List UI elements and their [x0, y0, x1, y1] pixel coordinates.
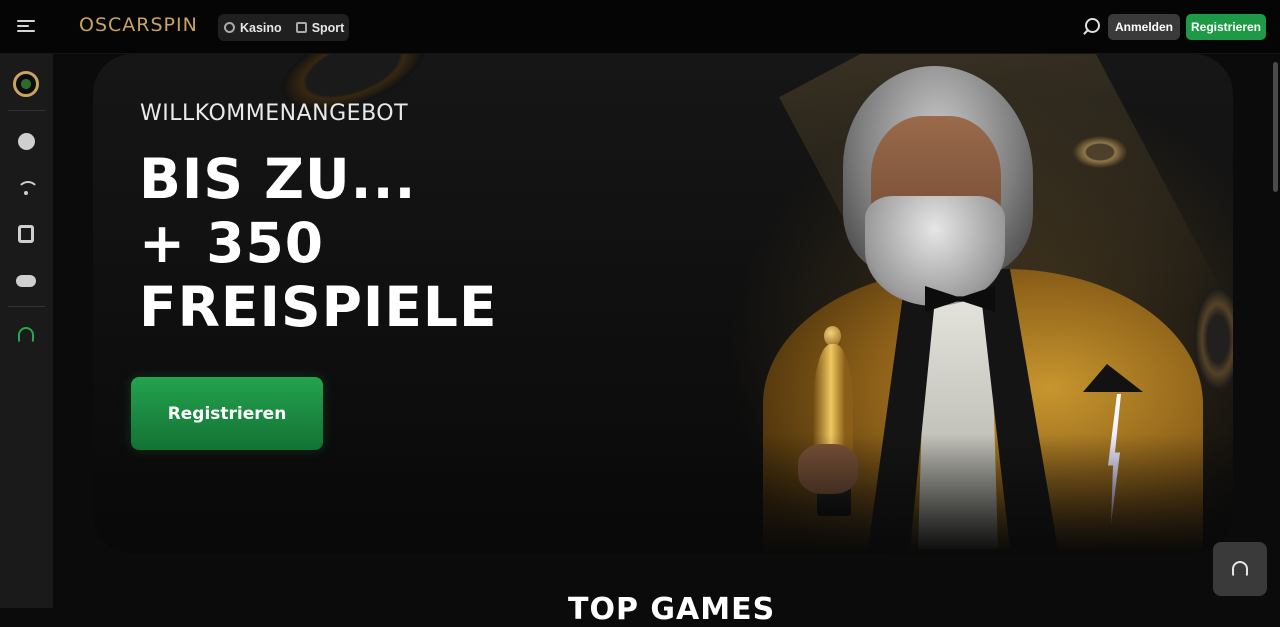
sidebar-logo-icon[interactable] — [13, 71, 39, 97]
nav-item-kasino[interactable]: Kasino — [224, 21, 282, 35]
page-scrollbar[interactable] — [1271, 54, 1280, 608]
hero-title-line: BIS ZU... — [139, 147, 417, 211]
gamepad-icon — [16, 275, 36, 287]
casino-chip-icon — [224, 22, 235, 33]
nav-item-label: Sport — [311, 20, 345, 35]
headset-icon — [1232, 561, 1248, 577]
section-title-top-games: TOP GAMES — [568, 592, 776, 627]
hero-title: BIS ZU... + 350 FREISPIELE — [139, 147, 498, 339]
sidebar-item-live[interactable] — [12, 174, 40, 202]
scrollbar-thumb[interactable] — [1273, 62, 1278, 192]
sidebar-divider — [8, 306, 45, 307]
sidebar-item-casino[interactable] — [12, 127, 40, 155]
hero-eyebrow: WILLKOMMENANGEBOT — [140, 101, 409, 126]
search-icon[interactable] — [1082, 17, 1102, 37]
chip-icon — [17, 132, 35, 150]
hero-register-button[interactable]: Registrieren — [131, 377, 323, 450]
sidebar — [0, 54, 53, 608]
hamburger-menu-icon[interactable] — [17, 18, 35, 34]
top-bar: OSCARSPIN Kasino Sport Anmelden Registri… — [0, 0, 1280, 54]
slot-machine-icon — [18, 225, 34, 243]
sidebar-item-games[interactable] — [12, 267, 40, 295]
sidebar-item-support[interactable] — [12, 321, 40, 349]
sidebar-divider — [8, 110, 45, 111]
sport-ticket-icon — [295, 22, 307, 33]
hero-title-line: + 350 — [139, 211, 325, 275]
nav-item-label: Kasino — [240, 20, 282, 35]
brand-logo[interactable]: OSCARSPIN — [79, 14, 198, 36]
sidebar-item-slots[interactable] — [12, 220, 40, 248]
login-button[interactable]: Anmelden — [1108, 14, 1180, 40]
hero-title-line: FREISPIELE — [139, 275, 498, 339]
main-nav: Kasino Sport — [218, 14, 349, 41]
live-signal-icon — [17, 181, 39, 195]
nav-item-sport[interactable]: Sport — [295, 20, 345, 35]
support-chat-button[interactable] — [1213, 542, 1267, 596]
hero-banner: WILLKOMMENANGEBOT BIS ZU... + 350 FREISP… — [93, 54, 1233, 554]
headset-icon — [18, 327, 34, 343]
register-button[interactable]: Registrieren — [1186, 14, 1266, 40]
